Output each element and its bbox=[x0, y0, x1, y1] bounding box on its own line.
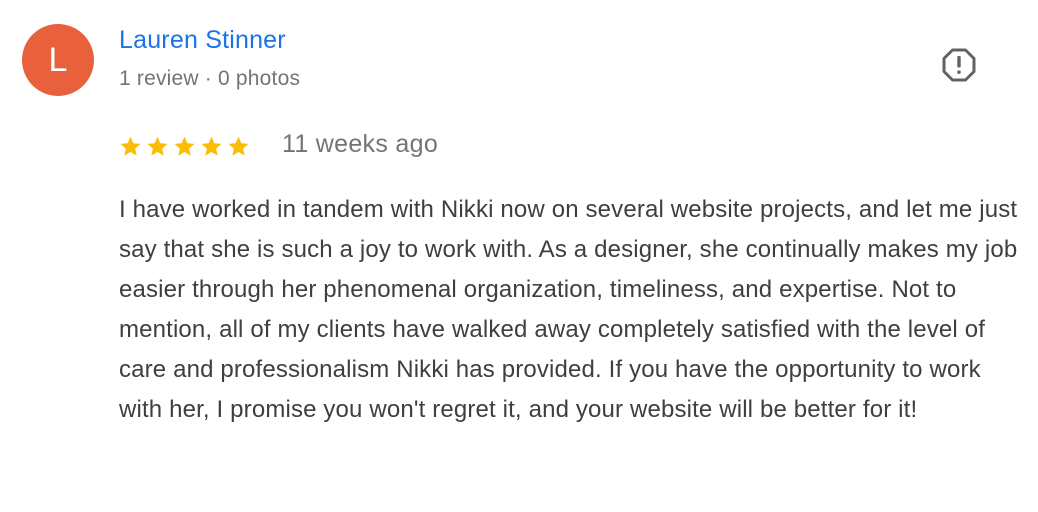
avatar[interactable]: L bbox=[22, 24, 94, 96]
review-card: L Lauren Stinner 1 review · 0 photos 11 we… bbox=[0, 0, 1038, 512]
photo-count: 0 photos bbox=[218, 67, 301, 90]
star-icon bbox=[228, 136, 249, 156]
review-date: 11 weeks ago bbox=[282, 130, 439, 158]
avatar-initial: L bbox=[48, 41, 68, 79]
star-icon bbox=[201, 136, 222, 156]
review-count: 1 review bbox=[119, 67, 199, 90]
review-text: I have worked in tandem with Nikki now o… bbox=[119, 196, 1018, 423]
star-icon bbox=[174, 136, 195, 156]
star-icon bbox=[147, 136, 168, 156]
author-meta: 1 review · 0 photos bbox=[119, 67, 300, 91]
star-rating bbox=[119, 131, 254, 161]
meta-separator: · bbox=[204, 67, 212, 90]
star-icon bbox=[120, 136, 141, 156]
report-flag-icon bbox=[942, 48, 976, 82]
author-name-link[interactable]: Lauren Stinner bbox=[119, 26, 286, 55]
report-review-button[interactable] bbox=[938, 44, 980, 86]
